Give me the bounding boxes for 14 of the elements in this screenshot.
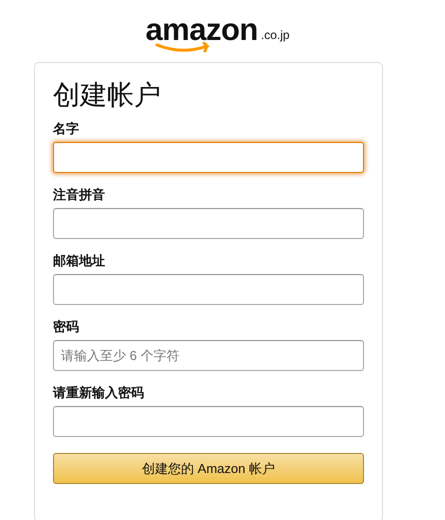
input-field[interactable] (53, 406, 364, 437)
input-field[interactable]: 请输入至少 6 个字符 (53, 340, 364, 371)
field-label: 邮箱地址 (53, 253, 106, 269)
field-label: 请重新输入密码 (53, 385, 145, 401)
field-label: 注音拼音 (53, 187, 106, 203)
field-label: 名字 (53, 121, 80, 137)
input-field[interactable] (53, 274, 364, 305)
logo-wordmark: amazon (145, 14, 258, 46)
input-field[interactable] (53, 142, 364, 173)
create-account-button[interactable]: 创建您的 Amazon 帐户 (53, 453, 364, 484)
field-label: 密码 (53, 319, 80, 335)
page-title: 创建帐户 (53, 79, 162, 112)
input-field[interactable] (53, 208, 364, 239)
logo-suffix: .co.jp (260, 28, 290, 42)
